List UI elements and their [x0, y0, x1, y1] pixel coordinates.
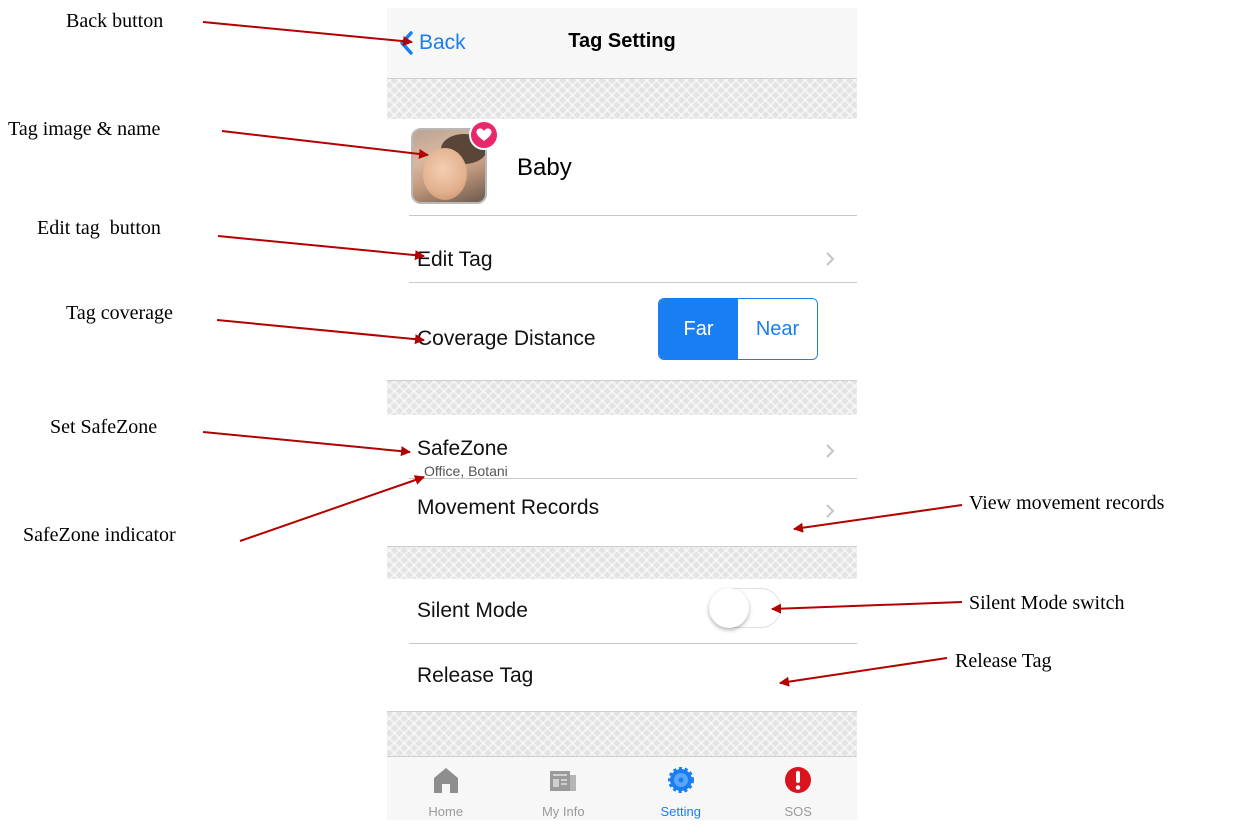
release-tag-label: Release Tag: [417, 664, 534, 687]
chevron-right-icon: [826, 444, 835, 458]
chevron-right-icon: [826, 504, 835, 518]
callout-coverage: Tag coverage: [66, 302, 173, 324]
coverage-far-option[interactable]: Far: [659, 299, 738, 359]
callout-tag-image: Tag image & name: [8, 118, 161, 140]
arrow-back: [202, 21, 413, 47]
alert-icon: [783, 765, 813, 795]
tab-label: My Info: [541, 804, 585, 819]
section-divider: [387, 711, 857, 758]
silent-mode-switch[interactable]: [709, 588, 781, 628]
movement-records-row[interactable]: Movement Records: [387, 479, 857, 545]
callout-release-tag: Release Tag: [955, 650, 1052, 672]
tag-name: Baby: [517, 154, 572, 181]
tab-setting[interactable]: Setting: [622, 757, 740, 820]
page-title: Tag Setting: [568, 30, 676, 52]
callout-back: Back button: [66, 10, 164, 32]
callout-movement-records: View movement records: [969, 492, 1165, 514]
tab-sos[interactable]: SOS: [740, 757, 858, 820]
silent-mode-row: Silent Mode: [387, 579, 857, 643]
edit-tag-label: Edit Tag: [417, 248, 493, 271]
coverage-segmented-control[interactable]: Far Near: [658, 298, 818, 360]
navigation-bar: Back Tag Setting: [387, 8, 857, 78]
phone-screen: Back Tag Setting Baby Edit Tag Coverage …: [387, 8, 857, 820]
tab-label: Setting: [660, 804, 701, 819]
chevron-right-icon: [826, 252, 835, 266]
tab-label: SOS: [784, 804, 812, 819]
tab-my-info[interactable]: My Info: [505, 757, 623, 820]
tab-home[interactable]: Home: [387, 757, 505, 820]
movement-records-label: Movement Records: [417, 496, 600, 519]
silent-mode-label: Silent Mode: [417, 599, 528, 622]
callout-set-safezone: Set SafeZone: [50, 416, 158, 438]
callout-safezone-indicator: SafeZone indicator: [23, 524, 176, 546]
gear-icon: [666, 765, 696, 795]
safezone-label: SafeZone: [417, 437, 509, 460]
home-icon: [431, 765, 461, 795]
safezone-indicator: Office, Botani: [424, 463, 508, 479]
tab-label: Home: [428, 804, 464, 819]
callout-edit-tag: Edit tag button: [37, 217, 161, 239]
release-tag-row[interactable]: Release Tag: [387, 644, 857, 710]
section-divider: [387, 78, 857, 120]
heart-icon: [469, 120, 499, 150]
callout-silent-mode: Silent Mode switch: [969, 592, 1125, 614]
switch-knob: [709, 588, 749, 628]
tab-bar: Home My Info Setting SOS: [387, 756, 857, 820]
safezone-row[interactable]: SafeZone Office, Botani: [387, 415, 857, 479]
coverage-label: Coverage Distance: [417, 327, 596, 350]
newspaper-icon: [548, 765, 578, 795]
section-divider: [387, 546, 857, 580]
edit-tag-row[interactable]: Edit Tag: [387, 216, 857, 282]
section-divider: [387, 380, 857, 416]
coverage-near-option[interactable]: Near: [738, 299, 817, 359]
arrow-set-safezone: [202, 431, 411, 457]
